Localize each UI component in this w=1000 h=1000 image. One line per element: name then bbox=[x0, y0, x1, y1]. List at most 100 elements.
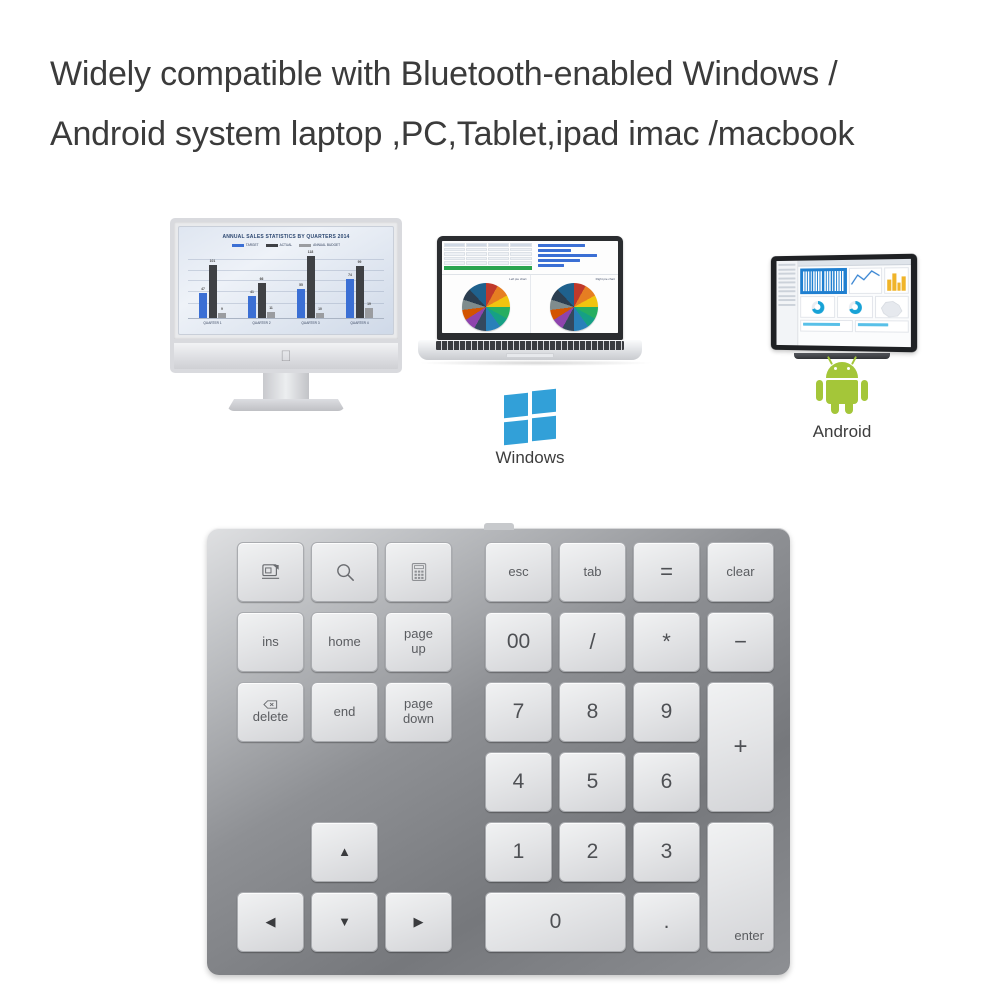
key-seven[interactable]: 7 bbox=[485, 682, 552, 742]
imac-bezel: ANNUAL SALES STATISTICS BY QUARTERS 2014… bbox=[170, 218, 402, 343]
imac-illustration: ANNUAL SALES STATISTICS BY QUARTERS 2014… bbox=[170, 218, 402, 411]
bi-main-canvas bbox=[798, 258, 911, 348]
page-title: Widely compatible with Bluetooth-enabled… bbox=[50, 55, 855, 153]
apple-logo-icon:  bbox=[280, 349, 291, 364]
key-arrowleft[interactable]: ◀ bbox=[237, 892, 304, 952]
bar-group: 74 99 19 bbox=[346, 260, 373, 318]
key-three[interactable]: 3 bbox=[633, 822, 700, 882]
bi-sparkline-tile bbox=[800, 267, 847, 295]
legend-item: ANNUAL BUDGET bbox=[299, 243, 340, 247]
key-four[interactable]: 4 bbox=[485, 752, 552, 812]
key-ins[interactable]: ins bbox=[237, 612, 304, 672]
key-pageup[interactable]: page up bbox=[385, 612, 452, 672]
bar-group: 55 118 10 bbox=[297, 250, 324, 318]
tablet-illustration bbox=[768, 253, 918, 359]
chart-plot-area: 47 101 9 41 66 11 55 118 10 74 99 19 bbox=[188, 250, 384, 319]
chart-title: ANNUAL SALES STATISTICS BY QUARTERS 2014 bbox=[222, 234, 350, 240]
key-arrowdown[interactable]: ▼ bbox=[311, 892, 378, 952]
bar-group: 47 101 9 bbox=[199, 259, 226, 318]
key-label: 00 bbox=[506, 630, 531, 654]
key-label: enter bbox=[734, 928, 764, 944]
laptop-screen: Left pie chart Right pie chart bbox=[442, 241, 618, 333]
arrow-down-icon: ▼ bbox=[338, 913, 351, 929]
donut-chart bbox=[811, 300, 825, 314]
key-six[interactable]: 6 bbox=[633, 752, 700, 812]
bi-row-3 bbox=[800, 319, 909, 333]
tablet-stand bbox=[794, 353, 890, 359]
laptop-dashboard: Left pie chart Right pie chart bbox=[442, 241, 618, 333]
key-nine[interactable]: 9 bbox=[633, 682, 700, 742]
key-arrowup[interactable]: ▲ bbox=[311, 822, 378, 882]
bi-row-1 bbox=[800, 267, 909, 295]
key-label: 9 bbox=[660, 700, 673, 724]
key-label: = bbox=[660, 558, 673, 584]
key-pagedown[interactable]: page down bbox=[385, 682, 452, 742]
key-label: 3 bbox=[660, 840, 673, 864]
key-label: + bbox=[733, 732, 748, 760]
device-showcase: ANNUAL SALES STATISTICS BY QUARTERS 2014… bbox=[0, 200, 1000, 510]
key-five[interactable]: 5 bbox=[559, 752, 626, 812]
device-column-windows: Left pie chart Right pie chart Windows bbox=[408, 200, 654, 468]
bi-ribbon bbox=[798, 258, 911, 267]
key-label: 2 bbox=[586, 840, 599, 864]
key-label: 4 bbox=[512, 770, 525, 794]
key-plus[interactable]: + bbox=[707, 682, 774, 812]
key-label: 1 bbox=[512, 840, 525, 864]
key-arrowright[interactable]: ▶ bbox=[385, 892, 452, 952]
bi-donut-panel bbox=[800, 296, 836, 318]
android-logo-wrap bbox=[742, 354, 942, 416]
backspace-icon bbox=[263, 700, 278, 709]
key-equals[interactable]: = bbox=[633, 542, 700, 602]
key-label: clear bbox=[726, 563, 755, 579]
key-one[interactable]: 1 bbox=[485, 822, 552, 882]
bi-dashboard bbox=[776, 258, 911, 348]
chart-legend: TARGET ACTUAL ANNUAL BUDGET bbox=[188, 243, 384, 247]
key-label: 7 bbox=[512, 700, 525, 724]
bluetooth-numeric-keypad: esc tab = clear ins home page up 00 / * − delete end… bbox=[207, 523, 790, 975]
imac-stand-neck bbox=[263, 373, 309, 399]
key-clear[interactable]: clear bbox=[707, 542, 774, 602]
os-label-windows: Windows bbox=[495, 448, 565, 467]
bar-group: 41 66 11 bbox=[248, 277, 275, 318]
laptop-keyboard bbox=[436, 341, 624, 350]
pie-chart bbox=[461, 283, 510, 331]
legend-item: TARGET bbox=[231, 243, 259, 247]
key-zero[interactable]: 0 bbox=[485, 892, 626, 952]
key-label: 8 bbox=[586, 700, 599, 724]
key-label: * bbox=[662, 628, 671, 654]
os-label-android: Android bbox=[812, 422, 872, 441]
key-label: . bbox=[663, 910, 670, 934]
key-label: 0 bbox=[549, 910, 562, 934]
chart-category-labels: QUARTER 1 QUARTER 2 QUARTER 3 QUARTER 4 bbox=[203, 321, 369, 325]
key-minus[interactable]: − bbox=[707, 612, 774, 672]
pie-panel-left: Left pie chart bbox=[442, 275, 531, 333]
tablet-screen bbox=[776, 258, 911, 348]
key-esc[interactable]: esc bbox=[485, 542, 552, 602]
key-eight[interactable]: 8 bbox=[559, 682, 626, 742]
imac-stand-foot bbox=[227, 399, 345, 411]
key-enter[interactable]: enter bbox=[707, 822, 774, 952]
bi-kpi-tile bbox=[854, 320, 909, 333]
key-screenlock[interactable] bbox=[237, 542, 304, 602]
key-label: 6 bbox=[660, 770, 673, 794]
key-delete[interactable]: delete bbox=[237, 682, 304, 742]
key-home[interactable]: home bbox=[311, 612, 378, 672]
dashboard-top-panels bbox=[442, 241, 618, 275]
search-icon bbox=[335, 562, 355, 582]
key-dot[interactable]: . bbox=[633, 892, 700, 952]
laptop-illustration: Left pie chart Right pie chart bbox=[418, 236, 654, 366]
key-search[interactable] bbox=[311, 542, 378, 602]
key-calculator[interactable] bbox=[385, 542, 452, 602]
key-end[interactable]: end bbox=[311, 682, 378, 742]
key-label: − bbox=[734, 628, 747, 654]
key-divide[interactable]: / bbox=[559, 612, 626, 672]
key-multiply[interactable]: * bbox=[633, 612, 700, 672]
annual-sales-bar-chart: ANNUAL SALES STATISTICS BY QUARTERS 2014… bbox=[179, 227, 393, 334]
donut-chart bbox=[848, 300, 862, 314]
device-column-android: Android bbox=[742, 200, 942, 442]
pie-caption: Right pie chart bbox=[595, 277, 615, 281]
key-doublezero[interactable]: 00 bbox=[485, 612, 552, 672]
key-tab[interactable]: tab bbox=[559, 542, 626, 602]
key-two[interactable]: 2 bbox=[559, 822, 626, 882]
arrow-up-icon: ▲ bbox=[338, 843, 351, 859]
